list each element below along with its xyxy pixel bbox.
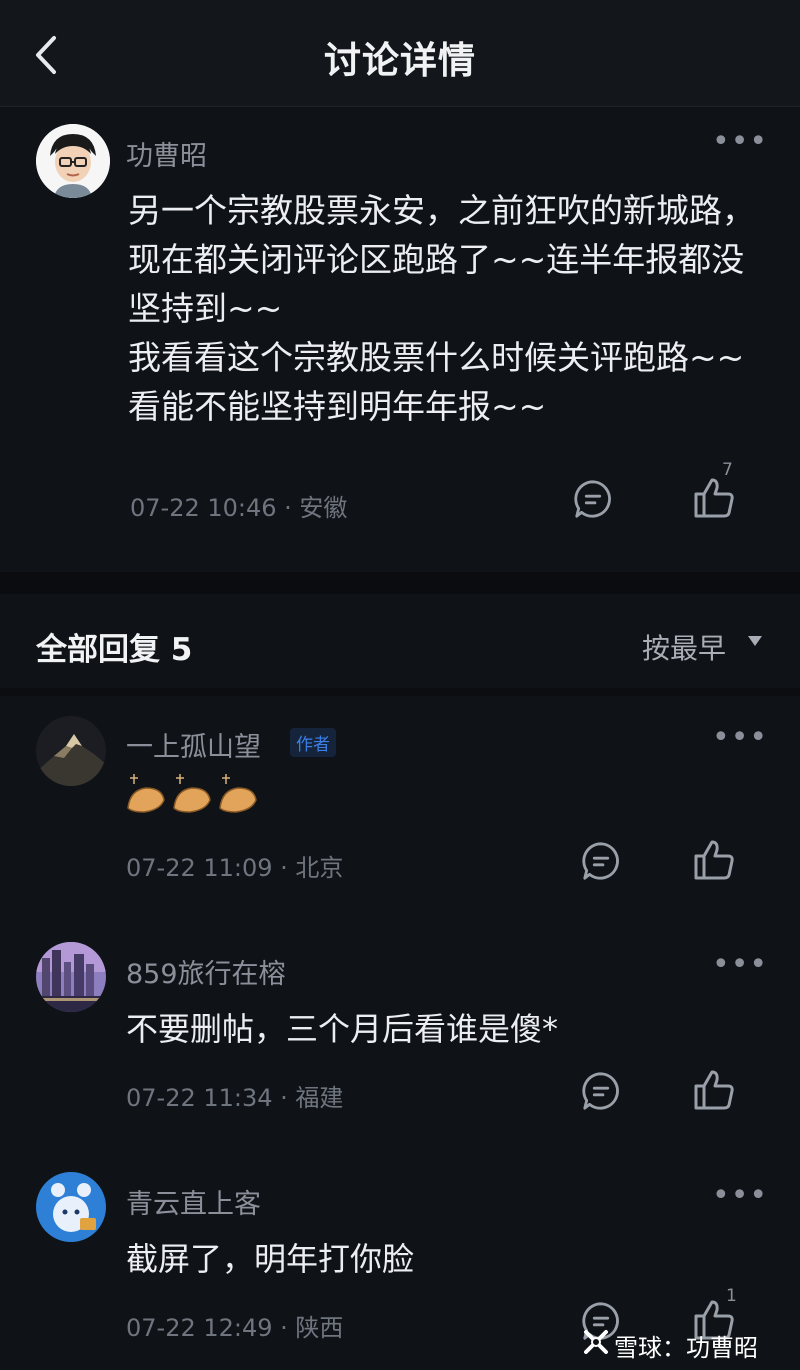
post-line: 我看看这个宗教股票什么时候关评跑路~~看能不能坚持到明年年报~~ bbox=[128, 338, 745, 426]
avatar[interactable] bbox=[36, 124, 110, 198]
comment-bubble-icon[interactable] bbox=[580, 840, 622, 882]
clapping-hands-emoji bbox=[127, 774, 257, 813]
avatar[interactable] bbox=[36, 1172, 106, 1242]
thumbs-up-icon[interactable] bbox=[692, 1068, 736, 1112]
sort-dropdown[interactable]: 按最早 bbox=[642, 627, 726, 667]
replies-title: 全部回复 5 bbox=[36, 632, 193, 668]
thumbs-up-icon[interactable] bbox=[692, 476, 736, 520]
reply-meta: 07-22 12:49 · 陕西 bbox=[126, 1314, 344, 1342]
avatar[interactable] bbox=[36, 716, 106, 786]
header-divider bbox=[0, 688, 800, 696]
thumbs-up-icon[interactable] bbox=[692, 838, 736, 882]
page-title: 讨论详情 bbox=[324, 39, 476, 82]
reply-meta: 07-22 11:09 · 北京 bbox=[126, 854, 344, 882]
header-bar: 讨论详情 bbox=[0, 0, 800, 107]
more-dots-icon[interactable]: ••• bbox=[712, 127, 768, 157]
reply-text: 截屏了，明年打你脸 bbox=[126, 1240, 415, 1278]
reply-author-name[interactable]: 一上孤山望 bbox=[126, 725, 261, 764]
reply-meta: 07-22 11:34 · 福建 bbox=[126, 1084, 344, 1112]
comment-bubble-icon[interactable] bbox=[580, 1070, 622, 1112]
post-line: 另一个宗教股票永安，之前狂吹的新城路，现在都关闭评论区跑路了~~连半年报都没坚持… bbox=[128, 191, 755, 328]
like-count: 1 bbox=[726, 1286, 737, 1306]
post-body: 另一个宗教股票永安，之前狂吹的新城路，现在都关闭评论区跑路了~~连半年报都没坚持… bbox=[128, 186, 758, 431]
caret-down-icon[interactable] bbox=[748, 636, 762, 646]
more-dots-icon[interactable]: ••• bbox=[712, 1181, 768, 1211]
comment-bubble-icon[interactable] bbox=[572, 478, 614, 520]
watermark: 雪球：功曹昭 bbox=[614, 1334, 758, 1362]
author-badge: 作者 bbox=[290, 728, 336, 757]
reply-text: 不要删帖，三个月后看谁是傻* bbox=[126, 1010, 559, 1048]
more-dots-icon[interactable]: ••• bbox=[712, 950, 768, 980]
more-dots-icon[interactable]: ••• bbox=[712, 723, 768, 753]
reply-author-name[interactable]: 青云直上客 bbox=[126, 1182, 261, 1221]
section-divider bbox=[0, 572, 800, 594]
like-count: 7 bbox=[722, 460, 733, 480]
post-author-name[interactable]: 功曹昭 bbox=[126, 134, 207, 173]
xueqiu-logo-icon bbox=[584, 1330, 608, 1354]
avatar[interactable] bbox=[36, 942, 106, 1012]
reply-author-name[interactable]: 859旅行在榕 bbox=[126, 952, 286, 991]
post-meta: 07-22 10:46 · 安徽 bbox=[130, 494, 348, 522]
